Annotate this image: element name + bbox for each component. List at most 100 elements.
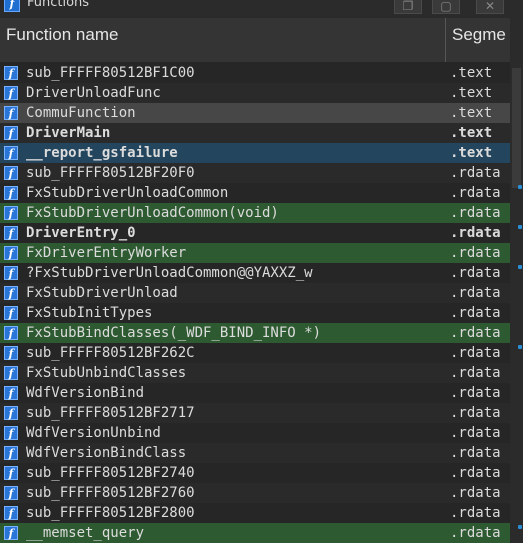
segment-name: .rdata	[450, 425, 501, 441]
function-name: __memset_query	[26, 525, 145, 541]
function-name: DriverEntry_0	[26, 225, 136, 241]
table-row[interactable]: f CommuFunction .text	[0, 103, 510, 123]
function-icon: f	[4, 126, 18, 140]
function-icon: f	[4, 66, 18, 80]
function-icon: f	[4, 286, 18, 300]
column-header-segment[interactable]: Segme	[447, 18, 510, 62]
table-row[interactable]: f sub_FFFFF80512BF20F0 .rdata	[0, 163, 510, 183]
function-icon: f	[4, 146, 18, 160]
function-name: FxStubDriverUnloadCommon(void)	[26, 205, 279, 221]
scroll-marker	[518, 185, 522, 189]
function-icon: f	[4, 486, 18, 500]
segment-name: .rdata	[450, 505, 501, 521]
table-row[interactable]: f ?FxStubDriverUnloadCommon@@YAXXZ_w .rdat…	[0, 263, 510, 283]
function-name: CommuFunction	[26, 105, 136, 121]
function-name: FxStubInitTypes	[26, 305, 153, 321]
table-row[interactable]: f __memset_query .rdata	[0, 523, 510, 543]
table-row[interactable]: f sub_FFFFF80512BF2800 .rdata	[0, 503, 510, 523]
function-name: __report_gsfailure	[26, 145, 178, 161]
function-icon: f	[4, 226, 18, 240]
function-icon: f	[4, 426, 18, 440]
function-name: sub_FFFFF80512BF2740	[26, 465, 195, 481]
function-name: WdfVersionBind	[26, 385, 145, 401]
close-icon[interactable]: ✕	[476, 0, 504, 14]
segment-name: .rdata	[450, 165, 501, 181]
table-row[interactable]: f DriverMain .text	[0, 123, 510, 143]
function-icon: f	[4, 506, 18, 520]
function-icon: f	[4, 326, 18, 340]
table-row[interactable]: f sub_FFFFF80512BF262C .rdata	[0, 343, 510, 363]
segment-name: .text	[450, 125, 493, 141]
function-icon: f	[4, 466, 18, 480]
function-icon: f	[4, 186, 18, 200]
table-row[interactable]: f FxStubDriverUnload .rdata	[0, 283, 510, 303]
scroll-marker	[518, 345, 522, 349]
table-row[interactable]: f DriverUnloadFunc .text	[0, 83, 510, 103]
function-name: DriverMain	[26, 125, 111, 141]
table-row[interactable]: f sub_FFFFF80512BF2717 .rdata	[0, 403, 510, 423]
function-icon: f	[4, 446, 18, 460]
segment-name: .rdata	[450, 405, 501, 421]
function-icon: f	[4, 406, 18, 420]
function-icon: f	[4, 86, 18, 100]
segment-name: .rdata	[450, 245, 501, 261]
segment-name: .rdata	[450, 285, 501, 301]
segment-name: .rdata	[450, 225, 501, 241]
function-name: sub_FFFFF80512BF2717	[26, 405, 195, 421]
function-icon: f	[4, 386, 18, 400]
scrollbar-thumb[interactable]	[512, 68, 521, 188]
function-icon: f	[4, 0, 20, 12]
table-row[interactable]: f sub_FFFFF80512BF1C00 .text	[0, 63, 510, 83]
table-row[interactable]: f FxStubDriverUnloadCommon(void) .rdata	[0, 203, 510, 223]
function-name: DriverUnloadFunc	[26, 85, 161, 101]
segment-name: .rdata	[450, 205, 501, 221]
segment-name: .rdata	[450, 305, 501, 321]
function-icon: f	[4, 366, 18, 380]
segment-name: .rdata	[450, 465, 501, 481]
function-name: FxStubDriverUnload	[26, 285, 178, 301]
function-name: WdfVersionUnbind	[26, 425, 161, 441]
vertical-scrollbar[interactable]	[510, 18, 523, 543]
segment-name: .rdata	[450, 485, 501, 501]
table-row[interactable]: f WdfVersionBindClass .rdata	[0, 443, 510, 463]
window-titlebar: f Functions ❐ ▢ ✕	[0, 0, 523, 18]
function-icon: f	[4, 306, 18, 320]
column-header-function-name[interactable]: Function name	[0, 18, 446, 62]
table-row[interactable]: f __report_gsfailure .text	[0, 143, 510, 163]
segment-name: .rdata	[450, 445, 501, 461]
segment-name: .rdata	[450, 345, 501, 361]
function-list[interactable]: f sub_FFFFF80512BF1C00 .text f DriverUnloadF…	[0, 62, 510, 543]
segment-name: .text	[450, 65, 493, 81]
function-name: sub_FFFFF80512BF2800	[26, 505, 195, 521]
function-icon: f	[4, 206, 18, 220]
table-row[interactable]: f sub_FFFFF80512BF2760 .rdata	[0, 483, 510, 503]
function-name: FxStubBindClasses(_WDF_BIND_INFO *)	[26, 325, 322, 341]
table-row[interactable]: f FxStubUnbindClasses .rdata	[0, 363, 510, 383]
restore-icon[interactable]: ❐	[394, 0, 422, 14]
segment-name: .rdata	[450, 325, 501, 341]
table-row[interactable]: f FxStubBindClasses(_WDF_BIND_INFO *) .rda…	[0, 323, 510, 343]
function-icon: f	[4, 166, 18, 180]
maximize-icon[interactable]: ▢	[432, 0, 460, 14]
table-row[interactable]: f FxStubInitTypes .rdata	[0, 303, 510, 323]
segment-name: .rdata	[450, 385, 501, 401]
segment-name: .text	[450, 145, 493, 161]
segment-name: .rdata	[450, 265, 501, 281]
table-row[interactable]: f FxStubDriverUnloadCommon .rdata	[0, 183, 510, 203]
table-row[interactable]: f FxDriverEntryWorker .rdata	[0, 243, 510, 263]
function-name: FxDriverEntryWorker	[26, 245, 187, 261]
table-row[interactable]: f WdfVersionUnbind .rdata	[0, 423, 510, 443]
function-name: sub_FFFFF80512BF20F0	[26, 165, 195, 181]
segment-name: .text	[450, 105, 493, 121]
function-name: FxStubDriverUnloadCommon	[26, 185, 229, 201]
table-row[interactable]: f DriverEntry_0 .rdata	[0, 223, 510, 243]
scroll-marker	[518, 525, 522, 529]
window-title: Functions	[27, 0, 90, 10]
table-row[interactable]: f WdfVersionBind .rdata	[0, 383, 510, 403]
table-row[interactable]: f sub_FFFFF80512BF2740 .rdata	[0, 463, 510, 483]
function-icon: f	[4, 106, 18, 120]
function-icon: f	[4, 246, 18, 260]
function-name: ?FxStubDriverUnloadCommon@@YAXXZ_w	[26, 265, 313, 281]
scroll-marker	[518, 265, 522, 269]
function-name: sub_FFFFF80512BF262C	[26, 345, 195, 361]
